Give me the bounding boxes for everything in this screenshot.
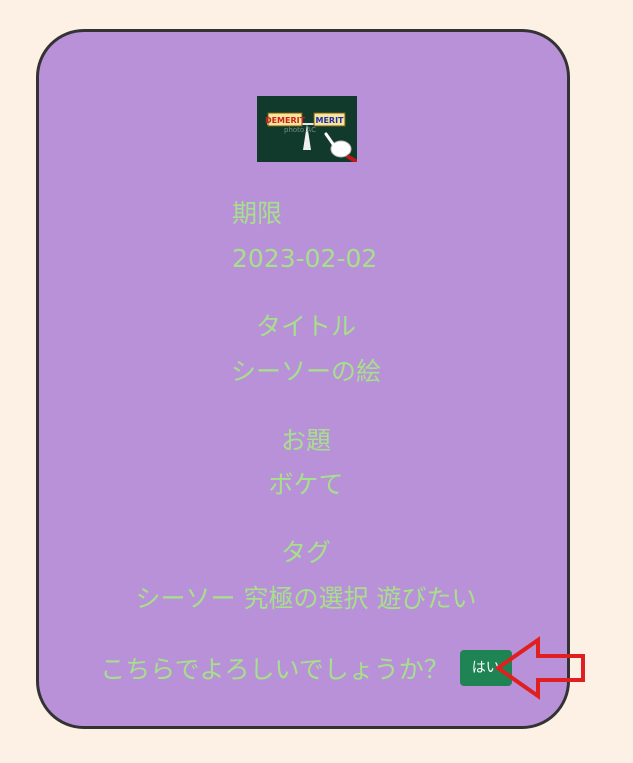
left-arrow-icon — [494, 636, 585, 700]
title-label: タイトル — [255, 312, 356, 341]
thumbnail-watermark: photo AC — [284, 126, 316, 134]
seesaw-thumbnail-image: DEMERIT MERIT photo AC — [257, 96, 357, 162]
tags-value: シーソー 究極の選択 遊びたい — [135, 584, 477, 613]
demerit-label: DEMERIT — [265, 116, 306, 125]
confirmation-card: DEMERIT MERIT photo AC 期限 2023-02-02 タイト… — [36, 29, 570, 729]
deadline-label: 期限 — [232, 199, 283, 228]
confirm-row: こちらでよろしいでしょうか？ はい — [39, 650, 573, 686]
confirm-question: こちらでよろしいでしょうか？ — [100, 655, 449, 684]
topic-value: ボケて — [268, 470, 344, 499]
tags-label: タグ — [280, 538, 331, 567]
deadline-value: 2023-02-02 — [232, 244, 378, 273]
merit-label: MERIT — [315, 116, 344, 125]
topic-label: お題 — [280, 426, 331, 455]
title-value: シーソーの絵 — [230, 357, 381, 386]
